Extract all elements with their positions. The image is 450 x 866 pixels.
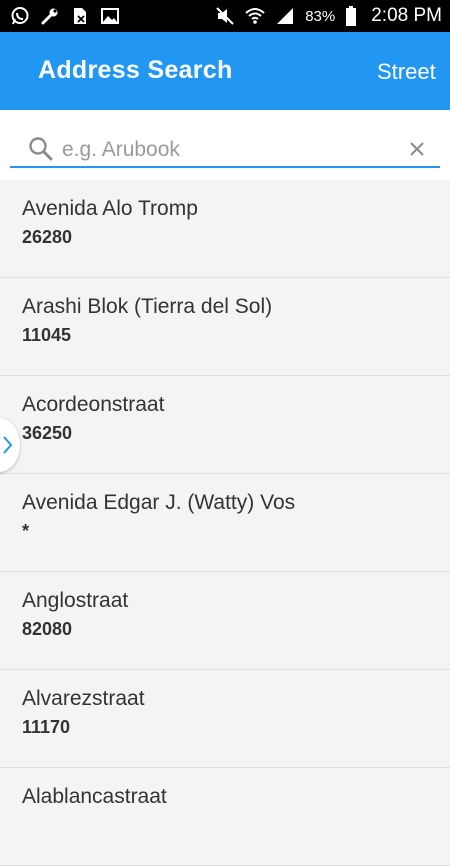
clock: 2:08 PM [371,5,442,26]
mute-icon [215,6,235,26]
street-code: 11045 [22,325,72,345]
street-code: 26280 [22,227,73,247]
list-item[interactable]: Anglostraat 82080 [0,572,450,670]
search-field [10,132,440,168]
search-bar [0,110,450,180]
list-item[interactable]: Alablancastraat [0,768,450,866]
street-code: 36250 [22,423,73,443]
wifi-icon [245,6,265,26]
wrench-icon [40,6,60,26]
street-name: Alvarezstraat [22,687,145,710]
street-name: Avenida Alo Tromp [22,197,198,220]
list-item[interactable]: Arashi Blok (Tierra del Sol) 11045 [0,278,450,376]
street-name: Alablancastraat [22,785,167,808]
signal-icon [275,6,295,26]
street-code: 82080 [22,619,73,639]
street-name: Anglostraat [22,589,129,612]
status-bar-left [10,6,120,26]
close-icon[interactable] [406,138,428,160]
street-name: Arashi Blok (Tierra del Sol) [22,295,273,318]
list-item[interactable]: Alvarezstraat 11170 [0,670,450,768]
status-bar: 83% 2:08 PM [0,0,450,32]
no-sim-icon [70,6,90,26]
street-code: * [22,521,30,541]
app-bar: Address Search Street [0,32,450,110]
battery-icon [345,6,357,26]
list-item[interactable]: Avenida Alo Tromp 26280 [0,180,450,278]
image-icon [100,6,120,26]
list-item[interactable]: Acordeonstraat 36250 [0,376,450,474]
status-bar-right: 83% 2:08 PM [215,5,442,27]
search-icon [28,136,54,162]
page-title: Address Search [38,56,233,84]
street-name: Avenida Edgar J. (Watty) Vos [22,491,296,514]
tab-street[interactable]: Street [377,59,436,85]
whatsapp-icon [10,6,30,26]
list-item[interactable]: Avenida Edgar J. (Watty) Vos * [0,474,450,572]
search-input[interactable] [60,132,394,168]
results-list: Avenida Alo Tromp 26280 Arashi Blok (Tie… [0,180,450,866]
street-name: Acordeonstraat [22,393,165,416]
chevron-right-icon [3,436,13,454]
battery-percent: 83% [305,7,336,25]
street-code: 11170 [22,717,71,737]
